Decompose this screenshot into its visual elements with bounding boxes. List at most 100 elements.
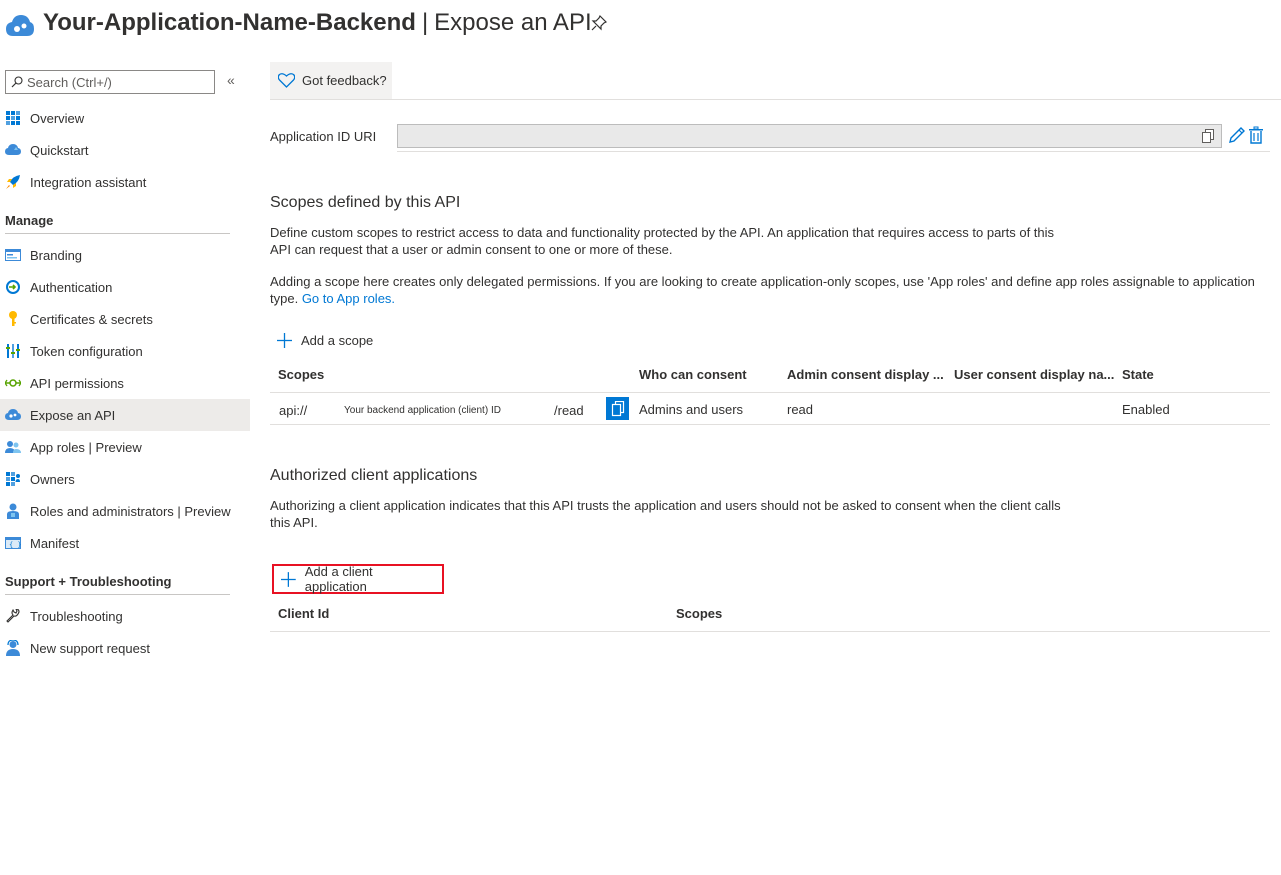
app-id-uri-field[interactable] xyxy=(397,124,1222,148)
delete-icon[interactable] xyxy=(1248,126,1264,144)
support-person-icon xyxy=(5,640,21,656)
admin-roles-icon xyxy=(5,503,21,519)
sidebar-item-label: Owners xyxy=(30,471,75,487)
sidebar-item-roles-administrators[interactable]: Roles and administrators | Preview xyxy=(0,495,250,527)
scope-prefix-link[interactable]: api:// xyxy=(279,403,307,418)
feedback-button[interactable]: Got feedback? xyxy=(270,62,392,99)
add-client-application-label: Add a client application xyxy=(304,564,373,594)
scopes-description: Define custom scopes to restrict access … xyxy=(270,225,1055,257)
sidebar-item-manifest[interactable]: { } Manifest xyxy=(0,527,250,559)
sidebar-item-label: Token configuration xyxy=(30,343,143,359)
app-name: Your-Application-Name-Backend xyxy=(43,9,416,36)
sidebar-item-quickstart[interactable]: Quickstart xyxy=(0,134,250,166)
sidebar-item-api-permissions[interactable]: API permissions xyxy=(0,367,250,399)
app-roles-icon xyxy=(5,439,21,455)
sidebar-item-branding[interactable]: Branding xyxy=(0,239,250,271)
sidebar-item-authentication[interactable]: Authentication xyxy=(0,271,250,303)
sidebar-item-label: Overview xyxy=(30,110,85,126)
app-registration-icon xyxy=(6,15,34,36)
blade-name: Expose an API xyxy=(434,9,592,36)
pin-icon[interactable] xyxy=(591,15,607,31)
col-header-admin-consent[interactable]: Admin consent display ... xyxy=(787,367,944,382)
scopes-delegated-text: Adding a scope here creates only delegat… xyxy=(270,274,1255,306)
sidebar-item-certificates-secrets[interactable]: Certificates & secrets xyxy=(0,303,250,335)
edit-icon[interactable] xyxy=(1228,126,1246,144)
rocket-icon xyxy=(5,174,21,190)
owners-icon xyxy=(5,471,21,487)
row-divider xyxy=(270,424,1270,425)
sidebar-item-app-roles[interactable]: App roles | Preview xyxy=(0,431,250,463)
sidebar-item-label: Manifest xyxy=(30,535,80,551)
page-title: Your-Application-Name-Backend | Expose an … xyxy=(43,9,592,37)
col-header-scopes[interactable]: Scopes xyxy=(278,367,324,382)
authorized-section-title: Authorized client applications xyxy=(270,467,478,484)
who-can-consent-value: Admins and users xyxy=(639,402,744,417)
scope-suffix-link[interactable]: /read xyxy=(554,403,584,418)
sidebar-item-label: Troubleshooting xyxy=(30,608,123,624)
sidebar-item-integration-assistant[interactable]: Integration assistant xyxy=(0,166,250,198)
key-icon xyxy=(5,311,21,327)
add-client-application-button[interactable]: Add a client application xyxy=(272,564,444,594)
sidebar-item-expose-an-api[interactable]: Expose an API xyxy=(0,399,250,431)
sidebar-item-overview[interactable]: Overview xyxy=(0,102,250,134)
add-scope-button[interactable]: Add a scope xyxy=(270,326,379,354)
copy-icon xyxy=(611,400,624,416)
sidebar-item-troubleshooting[interactable]: Troubleshooting xyxy=(0,600,250,632)
sidebar-item-label: Roles and administrators | Preview xyxy=(30,503,231,519)
sidebar-item-label: Authentication xyxy=(30,279,113,295)
copy-scope-button[interactable] xyxy=(606,397,629,420)
sidebar-item-label: Branding xyxy=(30,247,83,263)
feedback-label: Got feedback? xyxy=(302,73,387,88)
overview-icon xyxy=(5,110,21,126)
cloud-icon xyxy=(5,407,21,423)
wrench-icon xyxy=(5,608,21,624)
sidebar-item-label: Quickstart xyxy=(30,142,89,158)
manifest-icon: { } xyxy=(5,535,21,551)
app-id-uri-label: Application ID URI xyxy=(270,129,377,144)
token-icon xyxy=(5,343,21,359)
sidebar-item-label: API permissions xyxy=(30,375,124,391)
add-scope-label: Add a scope xyxy=(301,332,374,348)
sidebar-item-owners[interactable]: Owners xyxy=(0,463,250,495)
plus-icon xyxy=(281,571,296,587)
branding-icon xyxy=(5,247,21,263)
svg-text:{ }: { } xyxy=(9,541,21,549)
admin-display-value: read xyxy=(787,402,814,417)
search-icon xyxy=(11,76,23,88)
sidebar-item-label: Expose an API xyxy=(30,407,116,423)
title-separator: | xyxy=(421,9,429,36)
sidebar-search[interactable] xyxy=(5,70,215,94)
scope-client-id: Your backend application (client) ID xyxy=(344,405,501,416)
collapse-sidebar-icon[interactable]: « xyxy=(227,72,235,88)
scopes-section-title: Scopes defined by this API xyxy=(270,194,461,211)
sidebar-item-label: Integration assistant xyxy=(30,174,147,190)
copy-icon[interactable] xyxy=(1202,129,1215,143)
authorized-description: Authorizing a client application indicat… xyxy=(270,498,1061,530)
heart-icon xyxy=(278,73,295,88)
authentication-icon xyxy=(5,279,21,295)
page-header: Your-Application-Name-Backend | Expose an … xyxy=(0,0,1281,48)
api-permissions-icon xyxy=(5,375,21,391)
plus-icon xyxy=(277,332,292,348)
col-header-client-id[interactable]: Client Id xyxy=(278,606,329,621)
scopes-delegated-note: Adding a scope here creates only delegat… xyxy=(270,273,1260,307)
sidebar-item-label: App roles | Preview xyxy=(30,439,142,455)
sidebar-item-token-configuration[interactable]: Token configuration xyxy=(0,335,250,367)
header-divider xyxy=(270,392,1270,393)
quickstart-icon xyxy=(5,142,21,158)
manage-section-header: Manage xyxy=(5,210,230,234)
state-value: Enabled xyxy=(1122,402,1170,417)
support-section-header: Support + Troubleshooting xyxy=(5,571,230,595)
col-header-state[interactable]: State xyxy=(1122,367,1154,382)
col-header-who-can-consent[interactable]: Who can consent xyxy=(639,367,747,382)
uri-divider xyxy=(397,151,1270,152)
sidebar-item-new-support-request[interactable]: New support request xyxy=(0,632,250,664)
col-header-user-consent[interactable]: User consent display na... xyxy=(954,367,1114,382)
command-bar: Got feedback? xyxy=(270,62,1281,100)
search-input[interactable] xyxy=(27,74,207,90)
sidebar-item-label: Certificates & secrets xyxy=(30,311,153,327)
col-header-client-scopes[interactable]: Scopes xyxy=(676,606,722,621)
go-to-app-roles-link[interactable]: Go to App roles. xyxy=(302,291,395,306)
sidebar-item-label: New support request xyxy=(30,640,150,656)
client-header-divider xyxy=(270,631,1270,632)
